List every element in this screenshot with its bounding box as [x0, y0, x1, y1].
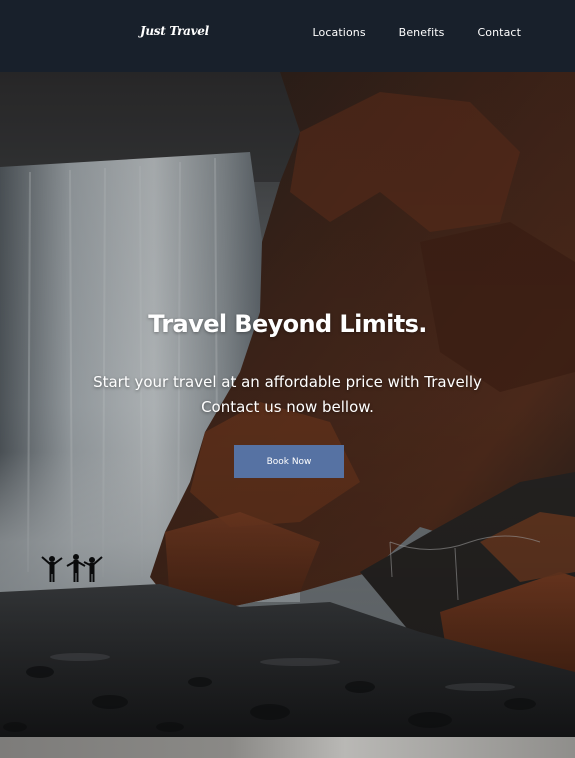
next-section-preview — [0, 737, 575, 758]
hero-subtitle: Start your travel at an affordable price… — [0, 370, 575, 420]
hero-title: Travel Beyond Limits. — [148, 310, 427, 338]
navbar: Just Travel Locations Benefits Contact — [0, 0, 575, 72]
nav-link-locations[interactable]: Locations — [313, 26, 366, 39]
brand-logo[interactable]: Just Travel — [140, 24, 209, 38]
nav-link-benefits[interactable]: Benefits — [399, 26, 445, 39]
nav-links: Locations Benefits Contact — [313, 26, 521, 39]
nav-link-contact[interactable]: Contact — [478, 26, 522, 39]
book-now-button[interactable]: Book Now — [234, 445, 344, 478]
hero-subtitle-line-2: Contact us now bellow. — [201, 398, 374, 416]
hero-subtitle-line-1: Start your travel at an affordable price… — [93, 373, 482, 391]
hero-section: Travel Beyond Limits. Start your travel … — [0, 72, 575, 737]
